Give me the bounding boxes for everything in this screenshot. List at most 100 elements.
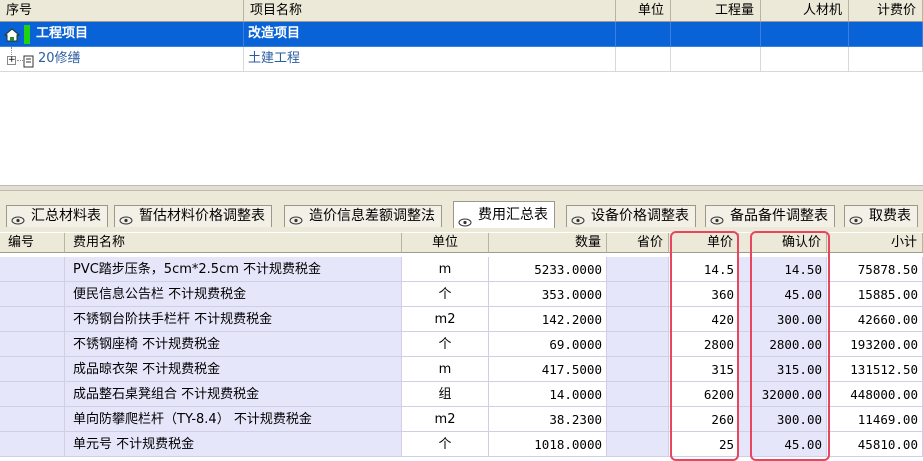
cell-unit[interactable]: m2 [402, 307, 489, 332]
cell-quantity[interactable]: 353.0000 [489, 282, 607, 307]
col-header-project-name[interactable]: 项目名称 [244, 0, 616, 22]
cell-code[interactable] [0, 257, 65, 282]
cell-subtotal[interactable]: 15885.00 [827, 282, 923, 307]
cell-unit[interactable]: 个 [402, 282, 489, 307]
col-header-fee-name[interactable]: 费用名称 [65, 233, 402, 253]
cell-confirmed-price[interactable]: 300.00 [739, 407, 827, 432]
cell-code[interactable] [0, 307, 65, 332]
table-row[interactable]: PVC踏步压条，5cm*2.5cm 不计规费税金 m 5233.0000 14.5 14… [0, 257, 923, 282]
cell-confirmed-price[interactable]: 45.00 [739, 432, 827, 457]
cell-confirmed-price[interactable]: 45.00 [739, 282, 827, 307]
cell-provincial-price[interactable] [607, 382, 669, 407]
cell-quantity[interactable]: 417.5000 [489, 357, 607, 382]
cell-confirmed-price[interactable]: 14.50 [739, 257, 827, 282]
cell-subtotal[interactable]: 42660.00 [827, 307, 923, 332]
table-row[interactable]: 单元号 不计规费税金个 1018.0000 25 45.00 45810.00 [0, 432, 923, 457]
cell-unit-price[interactable]: 260 [669, 407, 739, 432]
cell-fee-name[interactable]: 便民信息公告栏 不计规费税金 [65, 282, 402, 307]
table-row[interactable]: 便民信息公告栏 不计规费税金个 353.0000 360 45.00 15885.00 [0, 282, 923, 307]
cell-code[interactable] [0, 432, 65, 457]
cell-unit[interactable]: m2 [402, 407, 489, 432]
cell-confirmed-price[interactable]: 32000.00 [739, 382, 827, 407]
table-row[interactable]: 成品晾衣架 不计规费税金 m 417.5000 315 315.00 131512.50 [0, 357, 923, 382]
cell-unit[interactable]: 个 [402, 432, 489, 457]
cell-unit[interactable]: 组 [402, 382, 489, 407]
cell-subtotal[interactable]: 193200.00 [827, 332, 923, 357]
cell-unit-price[interactable]: 6200 [669, 382, 739, 407]
eye-icon [458, 210, 472, 226]
eye-icon [710, 211, 724, 224]
cell-provincial-price[interactable] [607, 407, 669, 432]
cell-unit[interactable]: m [402, 357, 489, 382]
col-header-unit[interactable]: 单位 [402, 233, 489, 253]
cell-unit-price[interactable]: 14.5 [669, 257, 739, 282]
cell-unit-price[interactable]: 25 [669, 432, 739, 457]
cell-provincial-price[interactable] [607, 307, 669, 332]
cell-unit-price[interactable]: 420 [669, 307, 739, 332]
cell-provincial-price[interactable] [607, 282, 669, 307]
cell-fee-name[interactable]: 不锈钢座椅 不计规费税金 [65, 332, 402, 357]
cell-quantity[interactable]: 142.2000 [489, 307, 607, 332]
tab-cost-difference-adjustment[interactable]: 造价信息差额调整法 [284, 205, 442, 227]
cell-subtotal[interactable]: 448000.00 [827, 382, 923, 407]
table-row[interactable]: 成品整石桌凳组合 不计规费税金组 14.0000 6200 32000.00 44800… [0, 382, 923, 407]
cell-code[interactable] [0, 332, 65, 357]
cell-quantity[interactable]: 1018.0000 [489, 432, 607, 457]
col-header-confirmed-price[interactable]: 确认价 [739, 233, 827, 253]
cell-fee-name[interactable]: PVC踏步压条，5cm*2.5cm 不计规费税金 [65, 257, 402, 282]
expand-icon[interactable]: + [7, 56, 16, 65]
cell-fee-name[interactable]: 单向防攀爬栏杆（TY-8.4） 不计规费税金 [65, 407, 402, 432]
cell-fee-name[interactable]: 单元号 不计规费税金 [65, 432, 402, 457]
col-header-subtotal[interactable]: 小计 [827, 233, 923, 253]
tab-material-summary[interactable]: 汇总材料表 [6, 205, 108, 227]
cell-code[interactable] [0, 357, 65, 382]
cell-unit-price[interactable]: 315 [669, 357, 739, 382]
table-row[interactable]: 不锈钢台阶扶手栏杆 不计规费税金 m2 142.2000 420 300.00 42660… [0, 307, 923, 332]
cell-unit[interactable]: m [402, 257, 489, 282]
col-header-code[interactable]: 编号 [0, 233, 65, 253]
cell-subtotal[interactable]: 75878.50 [827, 257, 923, 282]
tab-provisional-material-price[interactable]: 暂估材料价格调整表 [114, 205, 272, 227]
cell-provincial-price[interactable] [607, 332, 669, 357]
cell-fee-name[interactable]: 不锈钢台阶扶手栏杆 不计规费税金 [65, 307, 402, 332]
cell-subtotal[interactable]: 131512.50 [827, 357, 923, 382]
table-row[interactable]: 不锈钢座椅 不计规费税金个 69.0000 2800 2800.00 193200.00 [0, 332, 923, 357]
cell-provincial-price[interactable] [607, 357, 669, 382]
tree-row-name: 改造项目 [244, 22, 616, 47]
cell-code[interactable] [0, 382, 65, 407]
col-header-unit-price[interactable]: 单价 [669, 233, 739, 253]
cell-unit-price[interactable]: 2800 [669, 332, 739, 357]
cell-confirmed-price[interactable]: 300.00 [739, 307, 827, 332]
cell-confirmed-price[interactable]: 315.00 [739, 357, 827, 382]
col-header-provincial-price[interactable]: 省价 [607, 233, 669, 253]
cell-quantity[interactable]: 38.2300 [489, 407, 607, 432]
cell-unit-price[interactable]: 360 [669, 282, 739, 307]
cell-quantity[interactable]: 69.0000 [489, 332, 607, 357]
col-header-labor-material[interactable]: 人材机 [761, 0, 849, 22]
tab-fee-summary[interactable]: 费用汇总表 [453, 201, 555, 228]
cell-code[interactable] [0, 282, 65, 307]
col-header-unit[interactable]: 单位 [616, 0, 671, 22]
col-header-seq[interactable]: 序号 [0, 0, 244, 22]
fee-table-body: PVC踏步压条，5cm*2.5cm 不计规费税金 m 5233.0000 14.5 14… [0, 257, 923, 461]
cell-quantity[interactable]: 5233.0000 [489, 257, 607, 282]
tab-fee-table[interactable]: 取费表 [844, 205, 918, 227]
table-row[interactable]: 单向防攀爬栏杆（TY-8.4） 不计规费税金 m2 38.2300 260 300.00… [0, 407, 923, 432]
col-header-quantity[interactable]: 数量 [489, 233, 607, 253]
cell-subtotal[interactable]: 45810.00 [827, 432, 923, 457]
cell-fee-name[interactable]: 成品整石桌凳组合 不计规费税金 [65, 382, 402, 407]
cell-provincial-price[interactable] [607, 432, 669, 457]
cell-fee-name[interactable]: 成品晾衣架 不计规费税金 [65, 357, 402, 382]
cell-unit[interactable]: 个 [402, 332, 489, 357]
tree-row-subproject[interactable]: + 20修缮 土建工程 [0, 47, 923, 72]
cell-quantity[interactable]: 14.0000 [489, 382, 607, 407]
col-header-quantity[interactable]: 工程量 [671, 0, 761, 22]
cell-code[interactable] [0, 407, 65, 432]
tree-row-project[interactable]: 工程项目 改造项目 [0, 22, 923, 47]
cell-subtotal[interactable]: 11469.00 [827, 407, 923, 432]
cell-provincial-price[interactable] [607, 257, 669, 282]
cell-confirmed-price[interactable]: 2800.00 [739, 332, 827, 357]
col-header-billing-price[interactable]: 计费价 [849, 0, 923, 22]
tab-spare-parts[interactable]: 备品备件调整表 [705, 205, 835, 227]
tab-equipment-price[interactable]: 设备价格调整表 [566, 205, 696, 227]
